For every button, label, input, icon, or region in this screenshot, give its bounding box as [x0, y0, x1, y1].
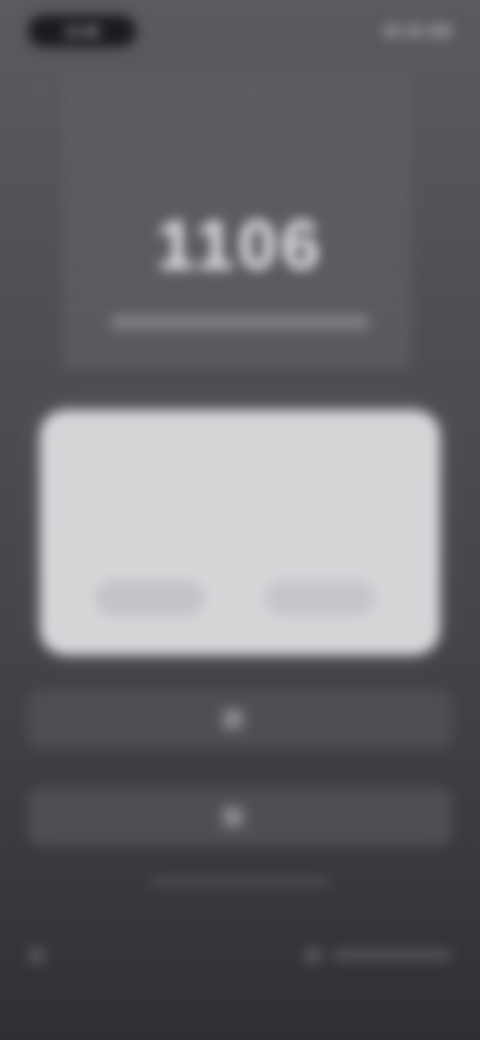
footer-right-label [332, 950, 452, 960]
footer-right-icon [304, 946, 322, 964]
status-time: 11:06 [28, 15, 136, 47]
status-icons [384, 25, 452, 37]
dialog-cancel-button[interactable] [95, 580, 205, 616]
dialog [40, 410, 440, 655]
battery-icon [428, 25, 452, 37]
dialog-confirm-button[interactable] [265, 580, 375, 616]
footer-right[interactable] [304, 946, 452, 964]
footer-icon [28, 946, 46, 964]
wifi-icon [406, 25, 422, 37]
amount-caption [110, 315, 370, 329]
action-icon [223, 709, 243, 729]
signal-icon [384, 25, 400, 37]
blurred-content: 11:06 ‹ 1106 [0, 0, 480, 1040]
note-text [150, 878, 330, 886]
action-button-1[interactable] [28, 690, 452, 748]
balance-amount: 1106 [156, 206, 324, 284]
screen: 11:06 ‹ 1106 [0, 0, 480, 1040]
action-button-2[interactable] [28, 788, 452, 846]
back-icon[interactable]: ‹ [36, 74, 58, 100]
footer [28, 935, 452, 975]
status-bar: 11:06 [28, 14, 452, 48]
footer-left [28, 946, 56, 964]
action-icon [223, 807, 243, 827]
